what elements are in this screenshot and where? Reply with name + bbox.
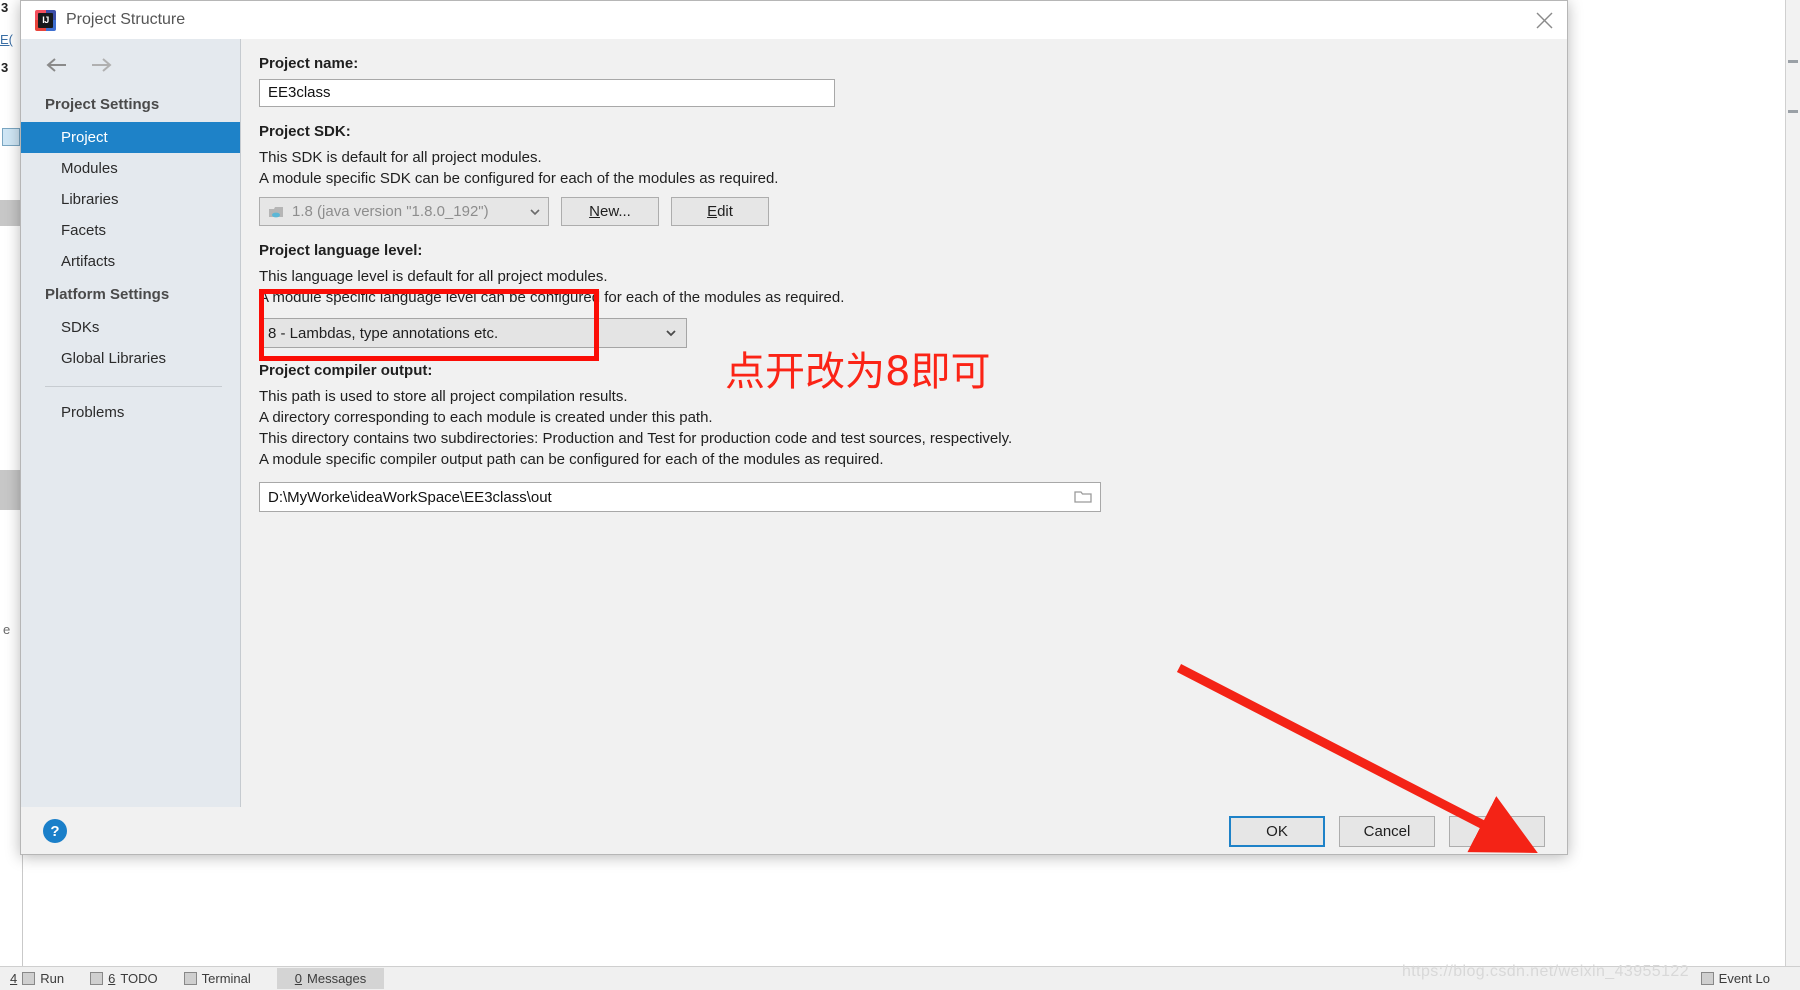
sidebar-item-label: SDKs [61,319,100,336]
dialog-action-buttons: OK Cancel Apply [1229,815,1545,847]
edit-button-mnemonic: E [707,203,718,220]
arrow-right-icon[interactable] [89,55,113,75]
ide-scrollbar-thumb-lower[interactable] [0,470,20,510]
ide-text-fragment: 3 [1,0,9,15]
settings-content-project: Project name: EE3class Project SDK: This… [241,39,1567,807]
sidebar-item-label: Global Libraries [61,350,167,367]
ide-tab-event-log[interactable]: Event Lo [1700,971,1770,986]
folder-icon[interactable] [1066,483,1100,511]
sdk-version: 1.8 [292,203,313,220]
tab-mnemonic: 0 [294,971,303,986]
sidebar-item-project[interactable]: Project [21,122,240,153]
compiler-output-path-value: D:\MyWorke\ideaWorkSpace\EE3class\out [268,488,552,506]
project-sdk-value: 1.8 (java version "1.8.0_192") [292,203,524,220]
ide-gutter-marker [2,128,20,146]
chevron-down-icon [664,326,678,340]
sidebar-item-modules[interactable]: Modules [21,153,240,184]
tab-label: Event Lo [1718,971,1770,986]
ide-right-scrollbar[interactable] [1785,0,1800,990]
tab-label: Messages [307,971,367,986]
sidebar-item-label: Problems [61,404,125,421]
settings-sidebar: Project Settings Project Modules Librari… [21,39,241,807]
run-icon [22,972,36,985]
sidebar-item-problems[interactable]: Problems [21,397,240,428]
ide-text-fragment: 3 [1,60,9,75]
tab-label: Terminal [201,971,251,986]
sidebar-item-libraries[interactable]: Libraries [21,184,240,215]
compiler-output-desc-3: This directory contains two subdirectori… [259,430,1013,447]
ide-marker [1788,110,1798,113]
sidebar-item-global-libraries[interactable]: Global Libraries [21,343,240,374]
ok-button[interactable]: OK [1229,815,1325,847]
java-sdk-icon [268,205,285,219]
apply-rest: pply [1488,822,1516,840]
event-log-icon [1700,972,1714,985]
new-button-mnemonic: N [589,203,600,220]
apply-button[interactable]: Apply [1449,815,1545,847]
sidebar-item-label: Facets [61,222,107,239]
project-sdk-desc-1: This SDK is default for all project modu… [259,149,542,166]
dialog-title-bar: IJ Project Structure [21,1,1567,39]
sidebar-item-label: Artifacts [61,253,116,270]
ide-text-fragment: e [3,622,11,637]
ide-tab-todo[interactable]: 6 TODO [90,971,158,986]
sidebar-divider [45,386,222,387]
ide-tab-messages[interactable]: 0 Messages [276,968,385,989]
dialog-body: Project Settings Project Modules Librari… [21,39,1567,807]
edit-sdk-button[interactable]: Edit [671,197,769,226]
language-level-desc-1: This language level is default for all p… [259,268,608,285]
chevron-down-icon [528,205,542,219]
todo-icon [90,972,104,985]
compiler-output-desc-4: A module specific compiler output path c… [259,451,884,468]
instruction-note-annotation: 点开改为8即可 [725,349,991,395]
ide-marker [1788,60,1798,63]
dialog-title: Project Structure [66,11,186,28]
tab-label: Run [40,971,65,986]
watermark-text: https://blog.csdn.net/weixin_43955122 [1402,963,1689,980]
compiler-output-path-input[interactable]: D:\MyWorke\ideaWorkSpace\EE3class\out [259,482,1101,512]
language-level-value: 8 - Lambdas, type annotations etc. [268,324,499,342]
sidebar-item-sdks[interactable]: SDKs [21,312,240,343]
sidebar-group-platform-settings: Platform Settings [45,286,170,303]
sidebar-item-label: Modules [61,160,118,177]
sidebar-item-label: Project [61,129,108,146]
project-name-label: Project name: [259,55,359,72]
sidebar-item-label: Libraries [61,191,119,208]
terminal-icon [183,972,197,985]
cancel-button[interactable]: Cancel [1339,815,1435,847]
close-icon[interactable] [1521,1,1567,39]
project-structure-dialog: IJ Project Structure Project Settings Pr… [20,0,1568,855]
dialog-footer: ? OK Cancel Apply [21,807,1567,855]
project-sdk-desc-2: A module specific SDK can be configured … [259,170,779,187]
new-sdk-button[interactable]: New... [561,197,659,226]
navigation-buttons [21,39,240,87]
tab-mnemonic: 6 [108,971,116,986]
ide-text-fragment: E( [0,32,13,47]
project-sdk-dropdown[interactable]: 1.8 (java version "1.8.0_192") [259,197,549,226]
compiler-output-desc-2: A directory corresponding to each module… [259,409,713,426]
ide-scrollbar-thumb-upper[interactable] [0,200,20,226]
project-name-input[interactable]: EE3class [259,79,835,107]
sidebar-item-facets[interactable]: Facets [21,215,240,246]
intellij-idea-icon: IJ [35,9,56,31]
apply-mnemonic: A [1478,822,1489,840]
project-sdk-label: Project SDK: [259,123,351,140]
tab-mnemonic: 4 [10,971,18,986]
sidebar-item-artifacts[interactable]: Artifacts [21,246,240,277]
tab-label: TODO [120,971,158,986]
language-level-desc-2: A module specific language level can be … [259,289,845,306]
sidebar-group-project-settings: Project Settings [45,96,160,113]
new-button-rest: ew... [599,203,631,220]
ide-tab-terminal[interactable]: Terminal [183,971,251,986]
ide-tab-run[interactable]: 4 Run [10,971,64,986]
help-question-icon[interactable]: ? [43,819,67,843]
language-level-dropdown[interactable]: 8 - Lambdas, type annotations etc. [259,318,687,348]
language-level-label: Project language level: [259,242,423,259]
sdk-detail: (java version "1.8.0_192") [317,203,489,220]
edit-button-rest: dit [717,203,733,220]
arrow-left-icon[interactable] [45,55,69,75]
